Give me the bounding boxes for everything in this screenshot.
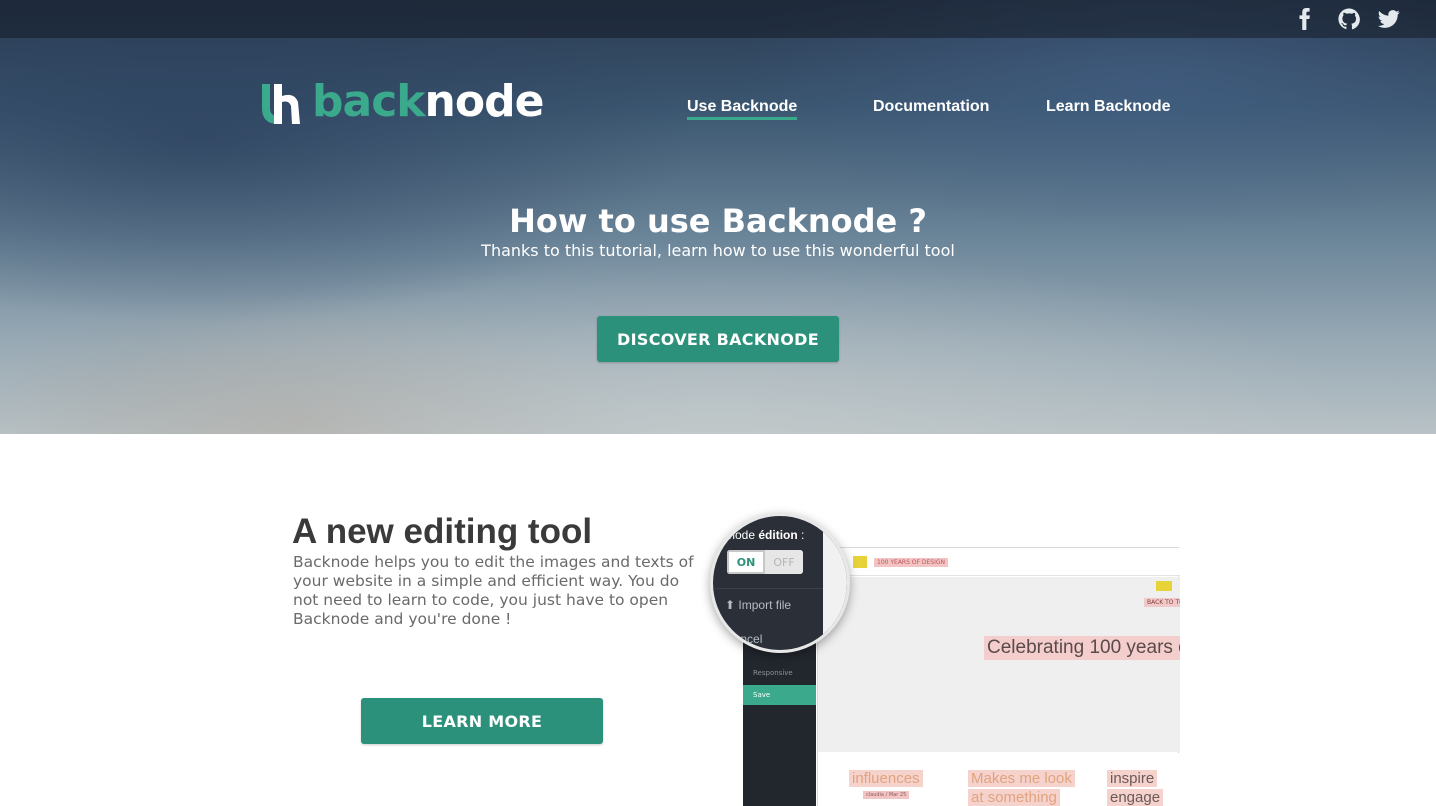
twitter-icon[interactable]: [1376, 6, 1402, 32]
mode-label-suffix: :: [797, 528, 805, 542]
mockup-card-1: influences: [849, 770, 923, 787]
learn-more-button[interactable]: LEARN MORE: [361, 698, 603, 744]
nav-learn-backnode[interactable]: Learn Backnode: [1046, 98, 1170, 116]
mockup-page: 100 YEARS OF DESIGN BACK TO TO Celebrati…: [817, 547, 1180, 806]
top-bar: [0, 0, 1436, 38]
mockup-sidebar-responsive: Responsive: [753, 669, 793, 677]
mockup-back-to-top-icon: [1156, 581, 1172, 591]
mockup-cards: influences claudia / Mar 25 Makes me loo…: [818, 753, 1180, 806]
mockup-magnifier: mode édition : ON OFF ⬆ Import file Canc…: [710, 513, 850, 653]
nav-use-backnode[interactable]: Use Backnode: [687, 98, 798, 120]
mockup-body: BACK TO TO Celebrating 100 years o: [818, 577, 1180, 752]
magnifier-mode-label: mode édition :: [725, 528, 804, 542]
mockup-card-1-meta: claudia / Mar 25: [863, 791, 910, 799]
mockup-menu-icon: [853, 556, 867, 568]
magnifier-cancel: Cancel: [725, 632, 763, 646]
toggle-off: OFF: [765, 550, 803, 574]
mockup-headline: Celebrating 100 years o: [984, 636, 1180, 660]
mode-label-bold: édition: [758, 528, 798, 542]
facebook-icon[interactable]: [1292, 6, 1318, 32]
main-nav: Use Backnode Documentation Learn Backnod…: [0, 98, 1436, 128]
hero-section: backnode Use Backnode Documentation Lear…: [0, 0, 1436, 434]
mockup-card-2-line-2: at something: [968, 789, 1060, 806]
github-icon[interactable]: [1336, 6, 1362, 32]
import-file-label: Import file: [738, 598, 792, 612]
feature-title: A new editing tool: [292, 512, 593, 551]
feature-description: Backnode helps you to edit the images an…: [293, 553, 694, 628]
magnifier-import-file: ⬆ Import file: [725, 598, 791, 612]
mockup-header-tag: 100 YEARS OF DESIGN: [874, 558, 949, 567]
nav-documentation[interactable]: Documentation: [873, 98, 989, 116]
mockup-card-3-line-2: engage: [1107, 789, 1164, 806]
mockup-card-3-line-1: inspire: [1107, 770, 1158, 787]
mockup-sidebar-save: Save: [743, 685, 816, 705]
hero-subtitle: Thanks to this tutorial, learn how to us…: [481, 241, 955, 260]
mockup-back-to-top: BACK TO TO: [1144, 598, 1180, 607]
magnifier-divider: [713, 588, 823, 589]
mode-label-prefix: mode: [725, 528, 759, 542]
magnifier-page-edge: [823, 516, 847, 650]
hero-title: How to use Backnode ?: [509, 202, 927, 240]
mockup-card-2-line-1: Makes me look: [968, 770, 1075, 787]
upload-icon: ⬆: [725, 598, 736, 612]
discover-backnode-button[interactable]: DISCOVER BACKNODE: [597, 316, 839, 362]
toggle-on: ON: [727, 550, 765, 574]
mockup-header: 100 YEARS OF DESIGN: [818, 548, 1180, 576]
edit-mode-toggle: ON OFF: [727, 550, 803, 574]
editor-mockup-image: Responsive Save 100 YEARS OF DESIGN BACK…: [700, 505, 1180, 806]
